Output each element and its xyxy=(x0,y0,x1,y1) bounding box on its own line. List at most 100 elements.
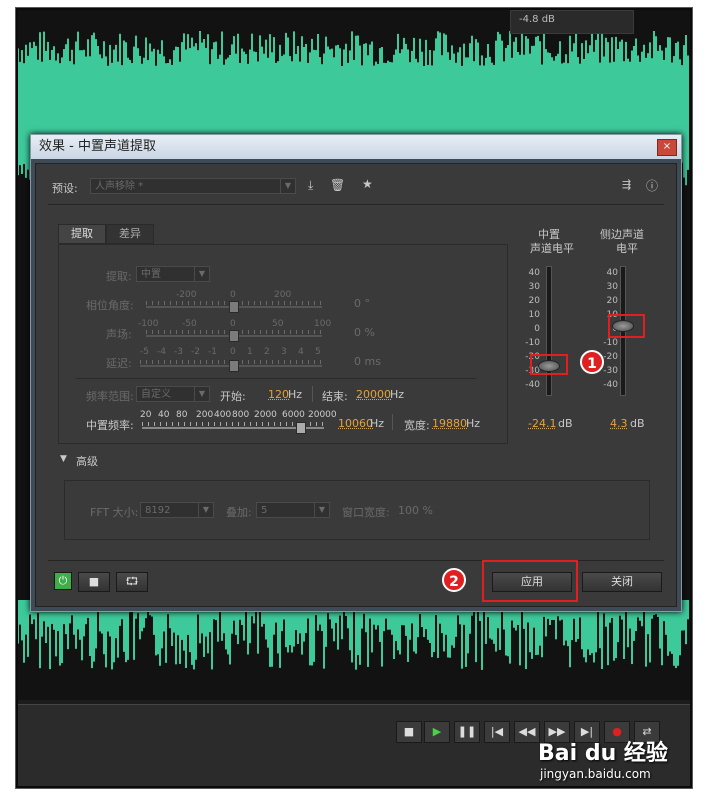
center-level-scale: 40 30 20 10 0 -10 -20 -30 -40 xyxy=(522,268,544,398)
delay-ticks-row: -5 -4 -3 -2 -1 0 1 2 3 4 5 xyxy=(140,347,326,359)
end-value[interactable]: 20000 xyxy=(356,388,391,401)
pan-tick: 0 xyxy=(230,319,236,329)
window-width-value[interactable]: 100 % xyxy=(398,504,433,517)
preset-value: 人声移除 * xyxy=(95,181,144,192)
center-level-unit: dB xyxy=(558,417,573,430)
center-freq-label: 中置频率: xyxy=(86,419,134,432)
delete-icon[interactable]: 🗑 xyxy=(330,178,345,192)
center-freq-tick: 20 xyxy=(140,410,152,420)
pan-tick: 50 xyxy=(272,319,284,329)
delay-tick: -5 xyxy=(140,347,149,357)
freq-range-label: 频率范围: xyxy=(86,390,134,403)
meter-tick: 30 xyxy=(606,282,618,292)
center-freq-tick: 6000 xyxy=(282,410,305,420)
tab-extract[interactable]: 提取 xyxy=(58,224,106,244)
dialog-body: 预设: 人声移除 * ▼ ⤓ 🗑 ★ ⇶ ⓘ 提取 差异 提取: 中置 ▼ 相位… xyxy=(35,163,677,607)
meter-tick: 40 xyxy=(528,268,540,278)
highlight-box xyxy=(530,354,568,375)
baidu-logo: Bai du 经验 xyxy=(538,741,668,766)
pan-tick: 100 xyxy=(314,319,332,329)
advanced-toggle[interactable]: 高级 xyxy=(76,453,98,469)
center-freq-ticks-row: 20 40 80 200 400 800 2000 6000 20000 xyxy=(140,410,340,422)
start-unit: Hz xyxy=(288,388,303,401)
delay-tick: -4 xyxy=(157,347,166,357)
center-level-track xyxy=(546,266,552,396)
loop-preview-button[interactable]: ⮔ xyxy=(116,572,148,592)
pause-button[interactable]: ❚❚ xyxy=(454,721,480,743)
width-unit: Hz xyxy=(466,417,481,430)
pan-slider-handle[interactable] xyxy=(229,330,239,342)
highlight-box xyxy=(482,560,578,602)
meter-tick: -40 xyxy=(603,380,618,390)
step-badge: 1 xyxy=(580,350,604,374)
delay-tick: 1 xyxy=(247,347,253,357)
close-button[interactable]: 关闭 xyxy=(582,572,662,592)
triangle-down-icon[interactable]: ▼ xyxy=(60,454,67,464)
effect-dialog: 效果 - 中置声道提取 × 预设: 人声移除 * ▼ ⤓ 🗑 ★ ⇶ ⓘ 提取 … xyxy=(30,134,682,612)
side-level-unit: dB xyxy=(630,417,645,430)
chevron-down-icon: ▼ xyxy=(194,267,209,281)
delay-tick: 4 xyxy=(298,347,304,357)
phase-value[interactable]: 0 ° xyxy=(354,297,370,310)
divider xyxy=(48,204,664,205)
meter-tick: 0 xyxy=(534,324,540,334)
divider xyxy=(392,414,393,430)
rewind-button[interactable]: ◀◀ xyxy=(514,721,540,743)
center-freq-value[interactable]: 10060 xyxy=(338,417,373,430)
center-level-value[interactable]: -24.1 xyxy=(528,417,556,430)
side-level-title: 电平 xyxy=(616,242,638,255)
width-label: 宽度: xyxy=(404,419,430,432)
start-value[interactable]: 120 xyxy=(268,388,289,401)
go-to-start-button[interactable]: |◀ xyxy=(484,721,510,743)
delay-tick: 2 xyxy=(264,347,270,357)
freq-range-select[interactable]: 自定义 ▼ xyxy=(136,386,210,402)
center-freq-tick: 80 xyxy=(176,410,188,420)
width-value[interactable]: 19880 xyxy=(432,417,467,430)
delay-value[interactable]: 0 ms xyxy=(354,355,381,368)
end-label: 结束: xyxy=(322,390,348,403)
start-label: 开始: xyxy=(220,390,246,403)
fft-select[interactable]: 8192 ▼ xyxy=(140,502,214,518)
chevron-down-icon: ▼ xyxy=(198,503,213,517)
info-icon[interactable]: ⓘ xyxy=(646,177,658,194)
favorite-star-icon[interactable]: ★ xyxy=(362,177,373,191)
stop-preview-button[interactable]: ■ xyxy=(78,572,110,592)
dialog-titlebar[interactable]: 效果 - 中置声道提取 × xyxy=(31,135,681,159)
delay-slider-handle[interactable] xyxy=(229,360,239,372)
preset-select[interactable]: 人声移除 * ▼ xyxy=(90,178,296,194)
chevron-down-icon: ▼ xyxy=(194,387,209,401)
meter-tick: -40 xyxy=(525,380,540,390)
chevron-down-icon: ▼ xyxy=(280,179,295,193)
delay-tick: 3 xyxy=(281,347,287,357)
save-preset-icon[interactable]: ⤓ xyxy=(308,178,313,193)
routing-icon[interactable]: ⇶ xyxy=(622,178,631,191)
play-button[interactable]: ▶ xyxy=(424,721,450,743)
phase-slider-handle[interactable] xyxy=(229,301,239,313)
side-level-value[interactable]: 4.3 xyxy=(610,417,628,430)
delay-tick: -2 xyxy=(191,347,200,357)
stop-button[interactable]: ■ xyxy=(396,721,422,743)
pan-tick: -100 xyxy=(138,319,159,329)
freq-range-value: 自定义 xyxy=(141,389,171,400)
highlight-box xyxy=(608,314,645,338)
volume-value: -4.8 dB xyxy=(519,14,555,25)
divider xyxy=(76,378,476,379)
preset-label: 预设: xyxy=(52,182,78,195)
extract-label: 提取: xyxy=(106,270,132,283)
fft-value: 8192 xyxy=(145,505,171,516)
meter-tick: 30 xyxy=(528,282,540,292)
tab-difference[interactable]: 差异 xyxy=(106,224,154,244)
window-width-label: 窗口宽度: xyxy=(342,506,390,519)
overlap-select[interactable]: 5 ▼ xyxy=(256,502,330,518)
meter-tick: 20 xyxy=(606,296,618,306)
close-icon[interactable]: × xyxy=(657,139,677,156)
divider xyxy=(312,386,313,402)
extract-select[interactable]: 中置 ▼ xyxy=(136,266,210,282)
power-icon[interactable]: ⏻ xyxy=(54,572,72,590)
volume-control[interactable]: -4.8 dB xyxy=(510,10,634,34)
meter-tick: 20 xyxy=(528,296,540,306)
delay-label: 延迟: xyxy=(106,357,132,370)
pan-value[interactable]: 0 % xyxy=(354,326,375,339)
transport-bar: ■ ▶ ❚❚ |◀ ◀◀ ▶▶ ▶| ● ⇄ Bai du 经验 jingyan… xyxy=(18,704,690,786)
center-freq-slider-handle[interactable] xyxy=(296,422,306,434)
